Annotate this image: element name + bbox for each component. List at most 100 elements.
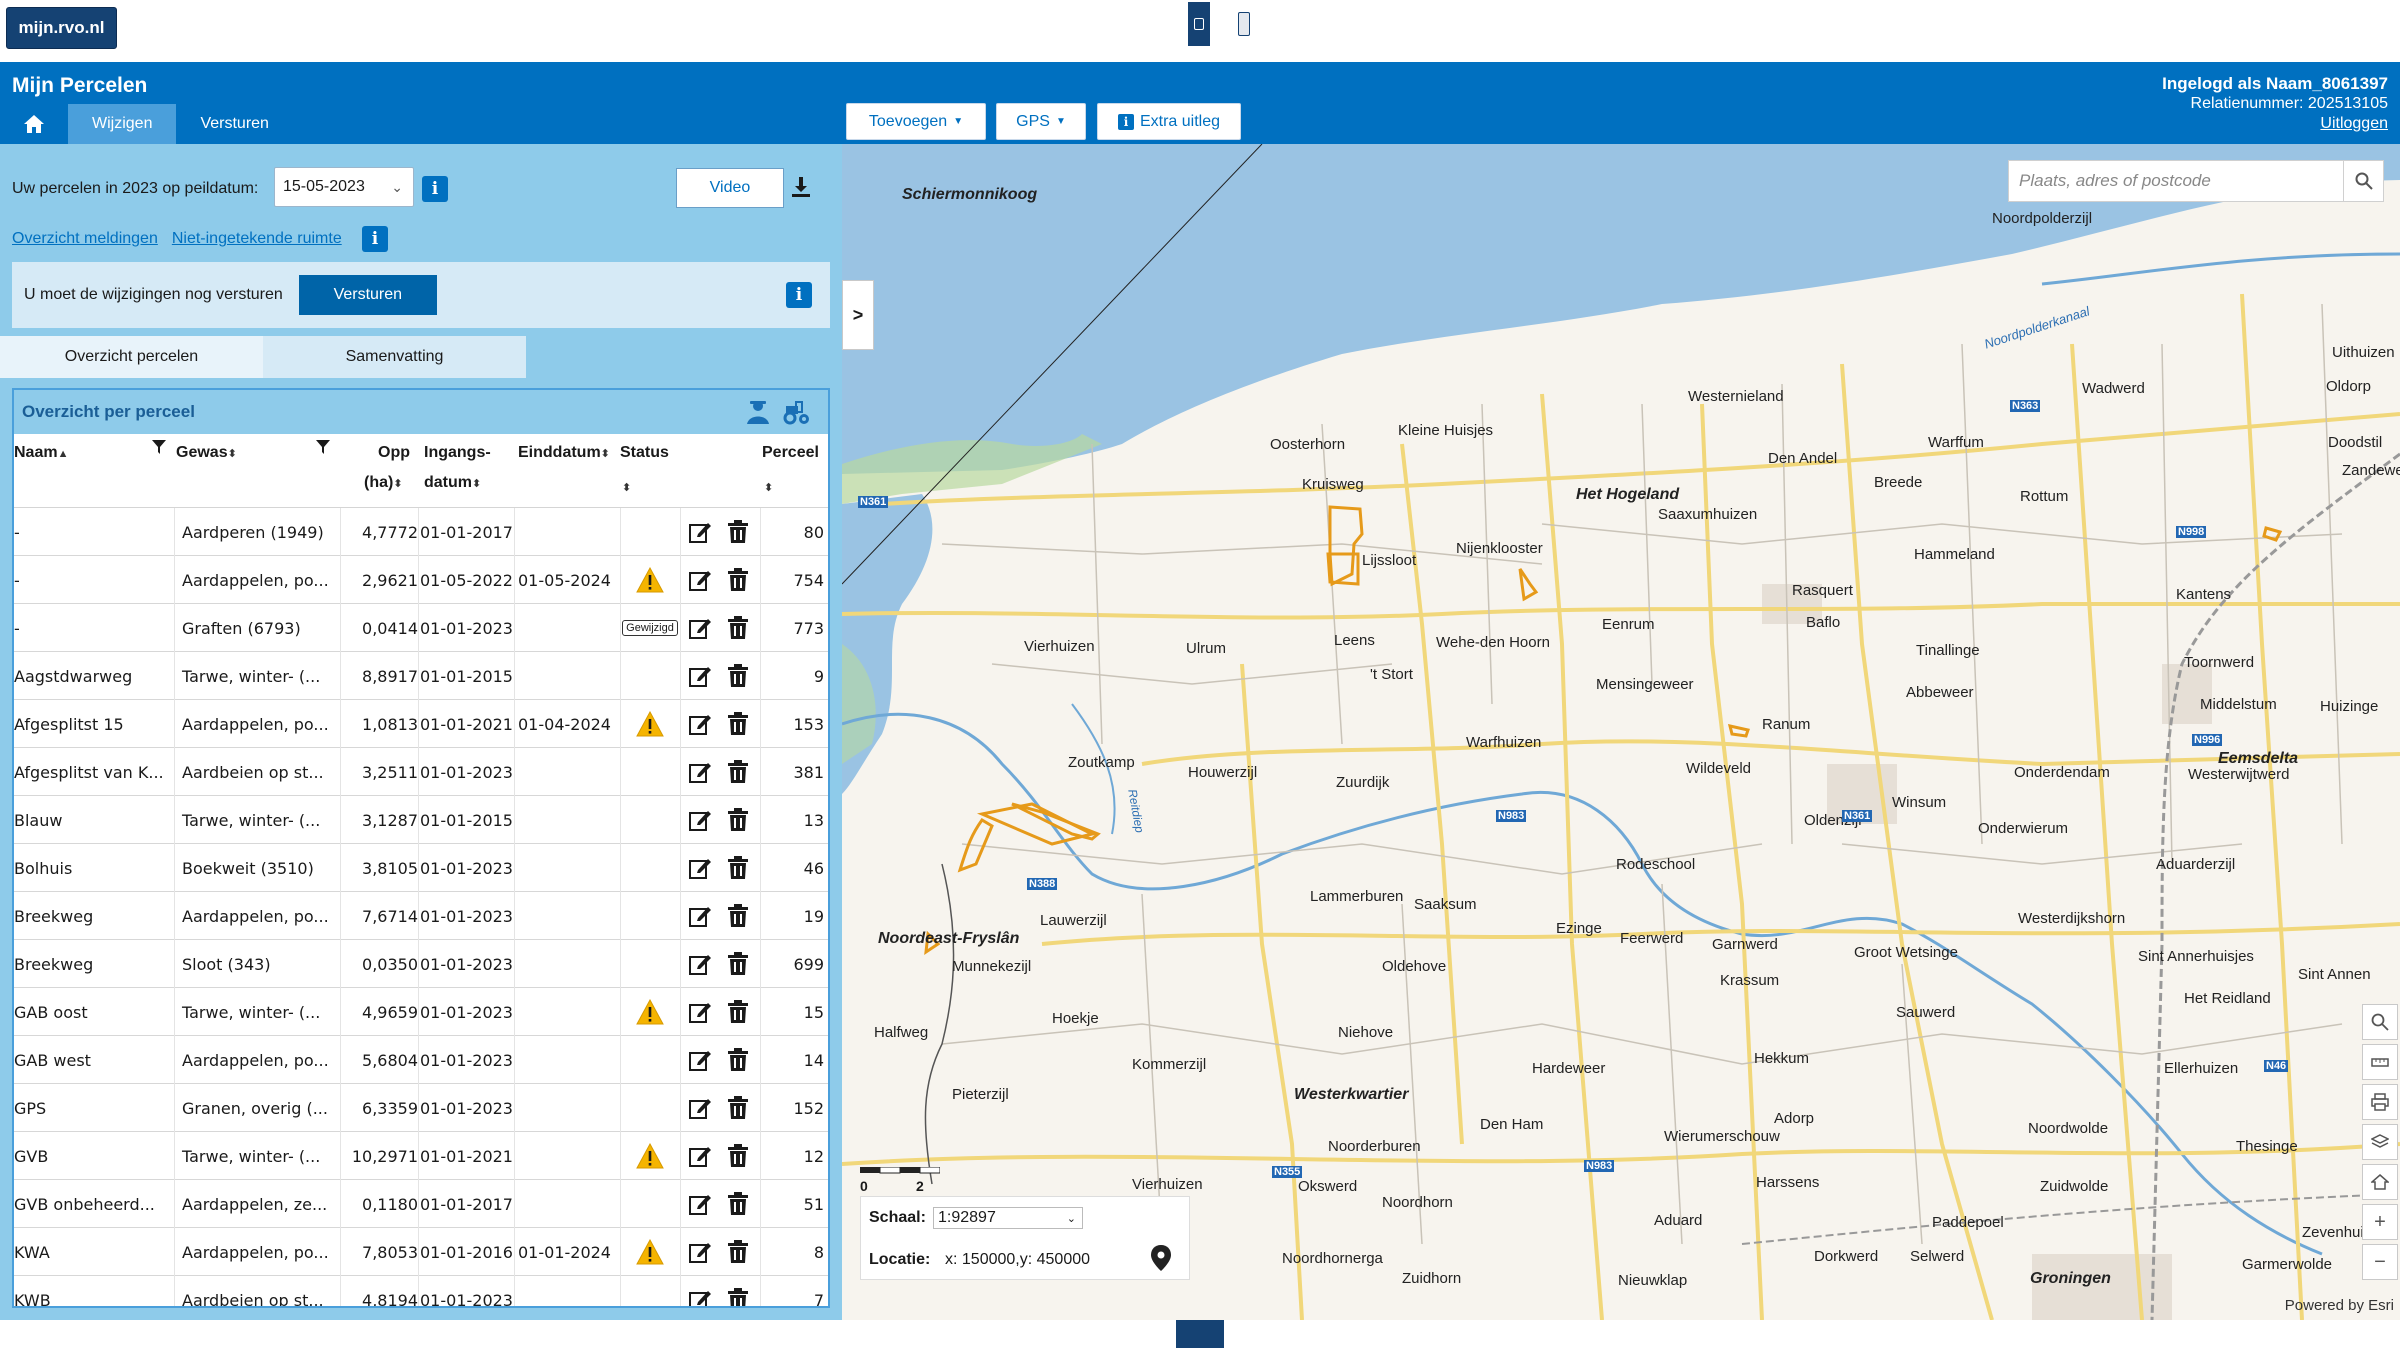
table-row[interactable]: Breekweg Sloot (343) 0,0350 01-01-2023 699: [14, 940, 828, 988]
info-icon[interactable]: i: [362, 226, 388, 252]
delete-button[interactable]: [720, 748, 756, 796]
map-view[interactable]: Schiermonnikoog Noordpolderzijl Uithuize…: [842, 144, 2400, 1320]
filter-icon[interactable]: [316, 440, 330, 459]
delete-button[interactable]: [720, 1180, 756, 1228]
edit-button[interactable]: [682, 508, 718, 556]
scale-location-box: Schaal: 1:92897 ⌄ Locatie: x: 150000,y: …: [860, 1196, 1190, 1280]
table-row[interactable]: - Aardappelen, po... 2,9621 01-05-2022 01-05…: [14, 556, 828, 604]
edit-button[interactable]: [682, 1276, 718, 1306]
table-row[interactable]: GVB Tarwe, winter- (... 10,2971 01-01-2021 1…: [14, 1132, 828, 1180]
search-button[interactable]: [2343, 161, 2383, 201]
table-row[interactable]: GAB west Aardappelen, po... 5,6804 01-01-20…: [14, 1036, 828, 1084]
delete-button[interactable]: [720, 1276, 756, 1306]
table-row[interactable]: - Aardperen (1949) 4,7772 01-01-2017 80: [14, 508, 828, 556]
versturen-button[interactable]: Versturen: [298, 275, 437, 315]
delete-button[interactable]: [720, 988, 756, 1036]
edit-button[interactable]: [682, 1132, 718, 1180]
location-pin-icon[interactable]: [1151, 1245, 1171, 1271]
info-icon[interactable]: i: [786, 282, 812, 308]
edit-button[interactable]: [682, 940, 718, 988]
table-row[interactable]: GVB onbeheerd... Aardappelen, ze... 0,1180…: [14, 1180, 828, 1228]
info-icon[interactable]: i: [422, 176, 448, 202]
col-opp-unit[interactable]: (ha)⬍: [364, 474, 403, 492]
tab-versturen[interactable]: Versturen: [176, 104, 292, 144]
table-row[interactable]: KWA Aardappelen, po... 7,8053 01-01-2016 01-…: [14, 1228, 828, 1276]
table-row[interactable]: Afgesplitst 15 Aardappelen, po... 1,0813 01…: [14, 700, 828, 748]
print-button[interactable]: [2362, 1084, 2398, 1120]
site-badge[interactable]: mijn.rvo.nl: [6, 7, 117, 49]
perceel-sort[interactable]: ⬍: [764, 478, 773, 496]
col-opp[interactable]: Opp: [378, 444, 410, 462]
zoom-out-button[interactable]: −: [2362, 1244, 2398, 1280]
layers-button[interactable]: [2362, 1124, 2398, 1160]
col-gewas[interactable]: Gewas⬍: [176, 444, 237, 462]
edit-button[interactable]: [682, 796, 718, 844]
delete-button[interactable]: [720, 940, 756, 988]
col-ingangsdatum[interactable]: Ingangs-: [424, 444, 491, 462]
delete-button[interactable]: [720, 556, 756, 604]
download-icon[interactable]: [788, 174, 814, 200]
table-row[interactable]: Bolhuis Boekweit (3510) 3,8105 01-01-2023 46: [14, 844, 828, 892]
delete-button[interactable]: [720, 1228, 756, 1276]
measure-button[interactable]: [2362, 1044, 2398, 1080]
collapse-panel-button[interactable]: >: [842, 280, 874, 350]
col-status[interactable]: Status: [620, 444, 669, 462]
zoom-search-button[interactable]: [2362, 1004, 2398, 1040]
delete-button[interactable]: [720, 1084, 756, 1132]
delete-button[interactable]: [720, 796, 756, 844]
table-row[interactable]: GPS Granen, overig (... 6,3359 01-01-2023 15…: [14, 1084, 828, 1132]
tab-overzicht-percelen[interactable]: Overzicht percelen: [0, 336, 263, 378]
table-row[interactable]: - Graften (6793) 0,0414 01-01-2023 Gewijzigd…: [14, 604, 828, 652]
edit-button[interactable]: [682, 988, 718, 1036]
home-extent-button[interactable]: [2362, 1164, 2398, 1200]
col-naam[interactable]: Naam▲: [14, 444, 68, 462]
delete-button[interactable]: [720, 604, 756, 652]
overzicht-meldingen-link[interactable]: Overzicht meldingen: [12, 230, 158, 248]
table-row[interactable]: Afgesplitst van K... Aardbeien op st... 3,…: [14, 748, 828, 796]
delete-button[interactable]: [720, 844, 756, 892]
toevoegen-dropdown[interactable]: Toevoegen ▼: [846, 103, 986, 140]
delete-button[interactable]: [720, 508, 756, 556]
edit-button[interactable]: [682, 892, 718, 940]
tractor-icon[interactable]: [782, 398, 810, 426]
col-einddatum[interactable]: Einddatum⬍: [518, 444, 610, 462]
edit-button[interactable]: [682, 1084, 718, 1132]
table-row[interactable]: Blauw Tarwe, winter- (... 3,1287 01-01-2015…: [14, 796, 828, 844]
tab-wijzigen[interactable]: Wijzigen: [68, 104, 177, 144]
delete-button[interactable]: [720, 892, 756, 940]
table-row[interactable]: KWB Aardbeien op st... 4,8194 01-01-2023 7: [14, 1276, 828, 1306]
edit-button[interactable]: [682, 700, 718, 748]
delete-button[interactable]: [720, 1132, 756, 1180]
delete-button[interactable]: [720, 700, 756, 748]
table-row[interactable]: GAB oost Tarwe, winter- (... 4,9659 01-01-2…: [14, 988, 828, 1036]
video-button[interactable]: Video: [676, 168, 784, 208]
zoom-in-button[interactable]: +: [2362, 1204, 2398, 1240]
delete-button[interactable]: [720, 1036, 756, 1084]
peildatum-select[interactable]: 15-05-2023 ⌄: [274, 167, 414, 207]
edit-button[interactable]: [682, 844, 718, 892]
edit-button[interactable]: [682, 748, 718, 796]
home-button[interactable]: [0, 104, 68, 144]
edit-button[interactable]: [682, 1228, 718, 1276]
status-sort[interactable]: ⬍: [622, 478, 631, 496]
edit-button[interactable]: [682, 652, 718, 700]
edit-button[interactable]: [682, 556, 718, 604]
col-perceel[interactable]: Perceel: [762, 444, 819, 462]
gps-dropdown[interactable]: GPS ▼: [996, 103, 1086, 140]
delete-button[interactable]: [720, 652, 756, 700]
extra-uitleg-button[interactable]: i Extra uitleg: [1097, 103, 1241, 140]
table-row[interactable]: Breekweg Aardappelen, po... 7,6714 01-01-20…: [14, 892, 828, 940]
map-search-input[interactable]: Plaats, adres of postcode: [2008, 160, 2384, 202]
table-row[interactable]: Aagstdwarweg Tarwe, winter- (... 8,8917 01-…: [14, 652, 828, 700]
scale-select[interactable]: 1:92897 ⌄: [933, 1207, 1083, 1229]
niet-ingetekende-ruimte-link[interactable]: Niet-ingetekende ruimte: [172, 230, 342, 248]
map-canvas[interactable]: [842, 144, 2400, 1320]
col-ingangsdatum-2[interactable]: datum⬍: [424, 474, 481, 492]
edit-button[interactable]: [682, 1180, 718, 1228]
farmer-icon[interactable]: [744, 398, 772, 426]
edit-button[interactable]: [682, 1036, 718, 1084]
tab-samenvatting[interactable]: Samenvatting: [263, 336, 526, 378]
filter-icon[interactable]: [152, 440, 166, 459]
logout-link[interactable]: Uitloggen: [2320, 115, 2388, 132]
edit-button[interactable]: [682, 604, 718, 652]
